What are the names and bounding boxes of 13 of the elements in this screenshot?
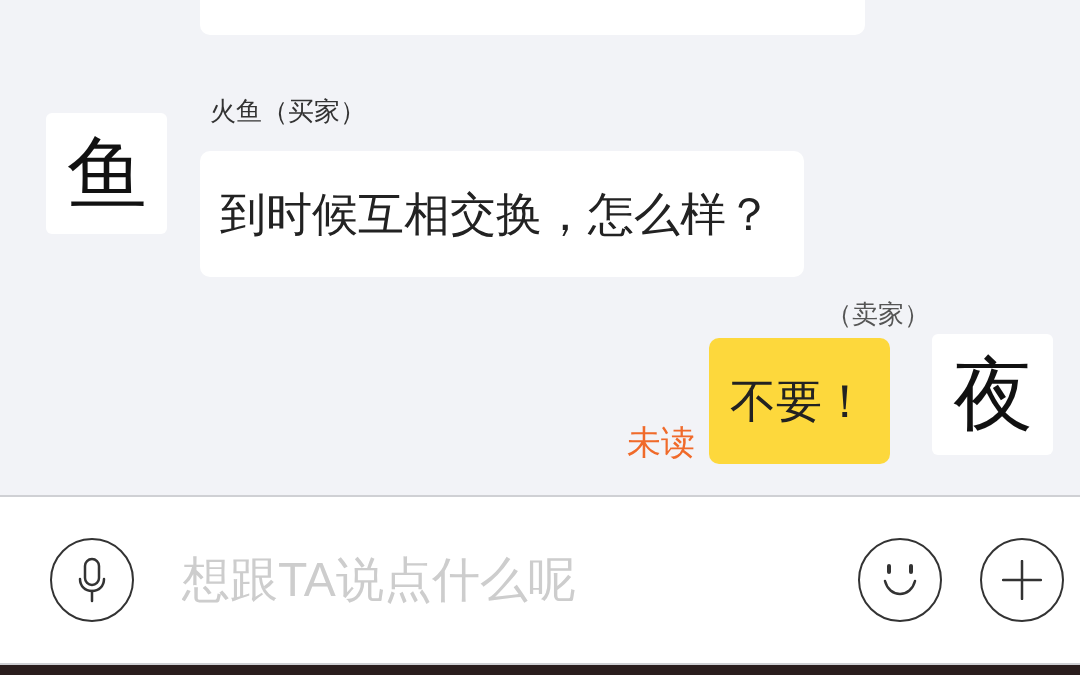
- microphone-icon: [77, 557, 107, 603]
- emoji-button[interactable]: [858, 538, 942, 622]
- message-bubble: 不要！: [709, 338, 890, 464]
- smiley-face-icon: [882, 563, 918, 597]
- sender-name: （卖家）: [826, 298, 930, 330]
- voice-button[interactable]: [50, 538, 134, 622]
- message-bubble: 到时候互相交换，怎么样？: [200, 151, 804, 277]
- unread-status: 未读: [627, 422, 695, 462]
- avatar: 夜: [932, 334, 1053, 455]
- plus-button[interactable]: [980, 538, 1064, 622]
- sender-name: 火鱼（买家）: [210, 95, 366, 127]
- avatar: 鱼: [46, 113, 167, 234]
- plus-icon: [1002, 560, 1042, 600]
